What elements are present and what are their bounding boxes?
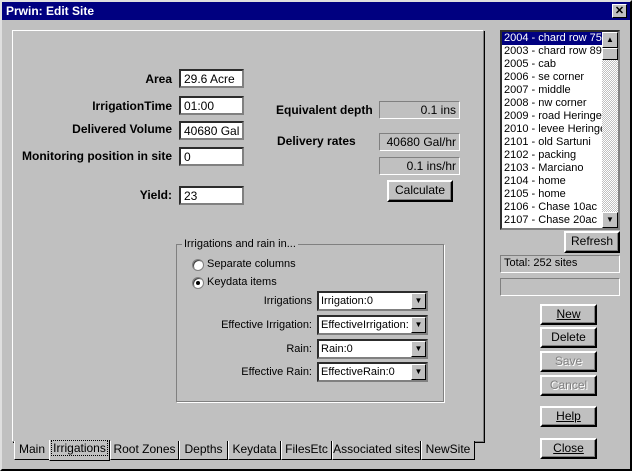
refresh-button[interactable]: Refresh [564, 231, 620, 253]
keydata-items-label[interactable]: Keydata items [207, 276, 277, 288]
site-list-item[interactable]: 2010 - levee Heringer [502, 123, 603, 136]
site-list-item[interactable]: 2009 - road Heringer [502, 110, 603, 123]
area-input[interactable]: 29.6 Acre [179, 69, 244, 88]
site-list[interactable]: 2004 - chard row 75 2003 - chard row 89 20… [500, 30, 620, 230]
site-list-item[interactable]: 2005 - cab [502, 58, 603, 71]
tab-label: Depths [184, 442, 223, 456]
status-box [500, 278, 620, 296]
site-list-item[interactable]: 2107 - Chase 20ac [502, 214, 603, 227]
new-button[interactable]: New [540, 304, 597, 325]
chevron-down-icon[interactable]: ▼ [411, 317, 426, 333]
site-list-item[interactable]: 2105 - home [502, 188, 603, 201]
site-list-item[interactable]: 2101 - old Sartuni [502, 136, 603, 149]
rain-value: Rain:0 [321, 343, 353, 355]
effective-irrigation-label: Effective Irrigation: [221, 319, 312, 331]
site-list-item[interactable]: 2006 - se corner [502, 71, 603, 84]
tab-label: Keydata [232, 442, 277, 456]
effective-rain-label: Effective Rain: [241, 366, 312, 378]
tab-keydata[interactable]: Keydata [228, 441, 281, 460]
tab-label: Main [18, 442, 45, 456]
title-bar: Prwin: Edit Site [2, 2, 630, 20]
irrigation-time-input[interactable]: 01:00 [179, 96, 244, 115]
effective-irrigation-value: EffectiveIrrigation: [321, 319, 409, 331]
tab-label: FilesEtc [285, 442, 328, 456]
chevron-down-icon[interactable]: ▼ [411, 341, 426, 357]
scroll-thumb[interactable] [602, 48, 618, 60]
site-list-item[interactable]: 2007 - middle [502, 84, 603, 97]
equivalent-depth-label: Equivalent depth [276, 103, 373, 117]
equivalent-depth-value: 0.1 ins [379, 101, 460, 119]
scroll-up-icon[interactable]: ▲ [602, 32, 618, 48]
chevron-down-icon[interactable]: ▼ [411, 293, 426, 309]
rain-select[interactable]: Rain:0 ▼ [317, 339, 428, 359]
group-title: Irrigations and rain in... [182, 238, 298, 250]
tab-root-zones[interactable]: Root Zones [110, 441, 179, 460]
irrigations-select[interactable]: Irrigation:0 ▼ [317, 291, 428, 311]
tab-newsite[interactable]: NewSite [421, 441, 475, 460]
delivery-rates-label: Delivery rates [277, 134, 356, 148]
site-list-item[interactable]: 2102 - packing [502, 149, 603, 162]
close-button[interactable]: Close [540, 438, 597, 459]
yield-label: Yield: [139, 188, 172, 202]
irrigation-time-label: IrrigationTime [92, 99, 172, 113]
area-label: Area [145, 72, 172, 86]
separate-columns-radio[interactable] [192, 259, 204, 271]
yield-input[interactable]: 23 [179, 186, 244, 205]
keydata-items-radio[interactable] [192, 277, 204, 289]
effective-irrigation-select[interactable]: EffectiveIrrigation: ▼ [317, 315, 428, 335]
save-button[interactable]: Save [540, 351, 597, 372]
chevron-down-icon[interactable]: ▼ [411, 364, 426, 380]
irrigations-value: Irrigation:0 [321, 295, 373, 307]
rain-label: Rain: [286, 343, 312, 355]
delivered-volume-label: Delivered Volume [72, 122, 172, 136]
new-label: New [556, 307, 581, 321]
site-list-item[interactable]: 2106 - Chase 10ac [502, 201, 603, 214]
scrollbar[interactable]: ▲ ▼ [602, 32, 618, 228]
site-list-item[interactable]: 2008 - nw corner [502, 97, 603, 110]
tab-main[interactable]: Main [14, 441, 50, 460]
calculate-button[interactable]: Calculate [387, 180, 453, 202]
separate-columns-label[interactable]: Separate columns [207, 258, 296, 270]
total-sites: Total: 252 sites [500, 255, 620, 273]
site-list-item[interactable]: 2104 - home [502, 175, 603, 188]
tab-irrigations[interactable]: Irrigations [49, 440, 110, 461]
monitoring-position-input[interactable]: 0 [179, 147, 244, 166]
delete-button[interactable]: Delete [540, 327, 597, 348]
help-label: Help [556, 409, 581, 423]
scroll-down-icon[interactable]: ▼ [602, 212, 618, 228]
tab-label: Irrigations [51, 440, 108, 456]
help-button[interactable]: Help [540, 406, 597, 427]
delivery-rate-ins-value: 0.1 ins/hr [379, 157, 460, 175]
tab-label: Associated sites [333, 442, 420, 456]
effective-rain-select[interactable]: EffectiveRain:0 ▼ [317, 362, 428, 382]
site-list-item[interactable]: 2103 - Marciano [502, 162, 603, 175]
effective-rain-value: EffectiveRain:0 [321, 366, 395, 378]
close-label: Close [553, 441, 584, 455]
delivered-volume-input[interactable]: 40680 Gal [179, 121, 244, 140]
delivery-rate-gal-value: 40680 Gal/hr [379, 133, 460, 151]
tab-label: Root Zones [113, 442, 176, 456]
cancel-button[interactable]: Cancel [540, 375, 597, 396]
irrigations-label: Irrigations [263, 295, 312, 307]
tab-depths[interactable]: Depths [179, 441, 228, 460]
monitoring-position-label: Monitoring position in site [22, 149, 172, 163]
tab-filesetc[interactable]: FilesEtc [281, 441, 332, 460]
tab-associated-sites[interactable]: Associated sites [332, 441, 421, 460]
close-icon[interactable]: ✕ [612, 4, 627, 18]
site-list-item[interactable]: 2004 - chard row 75 [502, 32, 603, 45]
site-list-item[interactable]: 2003 - chard row 89 [502, 45, 603, 58]
tab-label: NewSite [425, 442, 471, 456]
